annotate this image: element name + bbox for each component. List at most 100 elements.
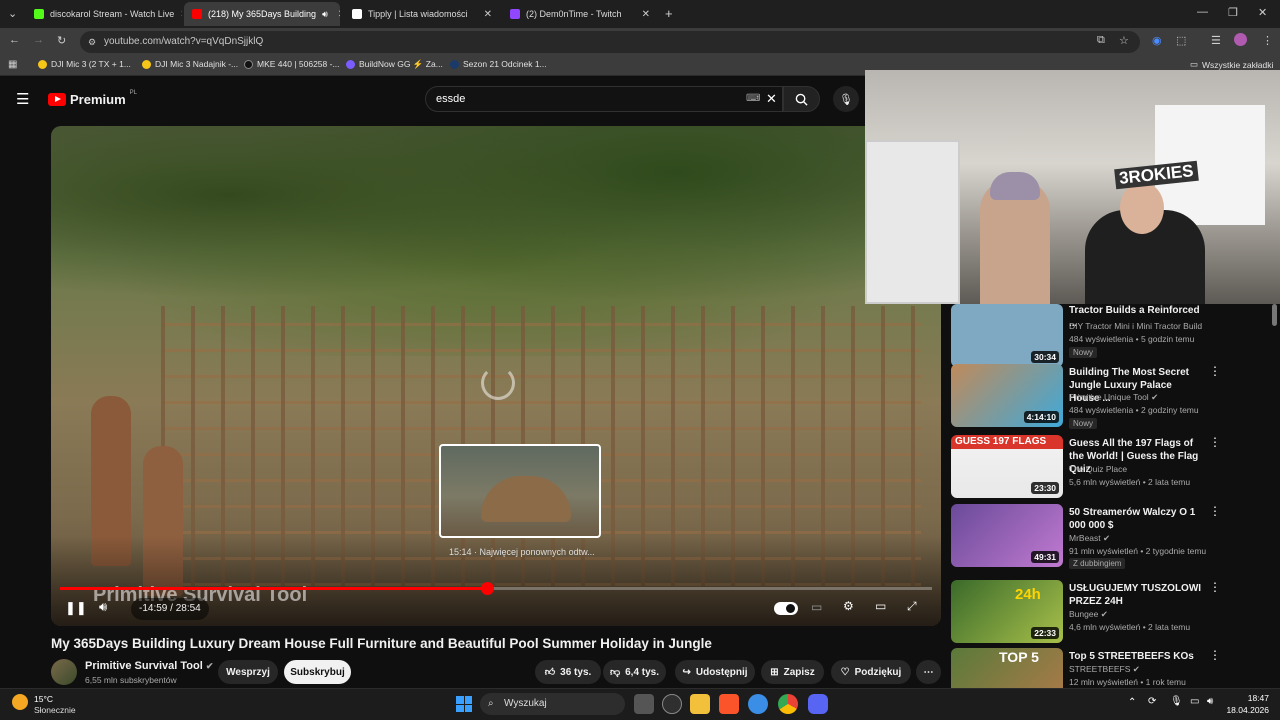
youtube-logo[interactable]: Premium PL bbox=[48, 90, 137, 107]
chrome-icon[interactable] bbox=[778, 694, 798, 714]
hamburger-menu-icon[interactable]: ☰ bbox=[16, 90, 29, 108]
recommendation-item[interactable]: 49:31 50 Streamerów Walczy O 1 000 000 $… bbox=[951, 504, 1271, 569]
recommendation-channel[interactable]: STREETBEEFS ✔ bbox=[1069, 664, 1140, 675]
subscribe-button[interactable]: Subskrybuj bbox=[284, 660, 351, 684]
bookmark-item[interactable]: DJI Mic 3 (2 TX + 1... bbox=[38, 59, 131, 69]
microphone-icon[interactable]: 🎙︎ bbox=[1170, 696, 1183, 707]
tab-search-icon[interactable]: ⌄ bbox=[8, 7, 17, 20]
speaker-icon[interactable]: 🔊︎ bbox=[322, 9, 328, 20]
subtitles-icon[interactable]: ▭ bbox=[811, 600, 822, 614]
thanks-button[interactable]: ♡ Podziękuj bbox=[831, 660, 911, 684]
file-explorer-icon[interactable] bbox=[690, 694, 710, 714]
clear-search-icon[interactable]: ✕ bbox=[766, 87, 777, 111]
all-bookmarks[interactable]: ▭ Wszystkie zakładki bbox=[1190, 59, 1273, 70]
close-icon[interactable]: ✕ bbox=[338, 9, 340, 20]
app-c-icon[interactable] bbox=[748, 694, 768, 714]
back-icon[interactable]: ← bbox=[9, 34, 20, 46]
address-bar[interactable]: ⚙ youtube.com/watch?v=qVqDnSjjklQ bbox=[80, 31, 1140, 53]
task-view-icon[interactable] bbox=[634, 694, 654, 714]
tab-twitch[interactable]: (2) Dem0nTime - Twitch ✕ bbox=[502, 2, 658, 26]
weather-condition[interactable]: Słonecznie bbox=[34, 705, 76, 715]
extensions-puzzle-icon[interactable]: ⬚ bbox=[1176, 34, 1186, 47]
autoplay-toggle[interactable] bbox=[774, 602, 798, 615]
like-button[interactable]: 👍︎ 36 tys. bbox=[535, 660, 601, 684]
window-close-icon[interactable]: ✕ bbox=[1258, 6, 1267, 19]
bookmark-item[interactable]: MKE 440 | 506258 -... bbox=[244, 59, 340, 69]
recommendation-channel[interactable]: MrBeast ✔ bbox=[1069, 533, 1110, 544]
theater-mode-icon[interactable]: ▭ bbox=[875, 599, 886, 613]
recommendation-channel[interactable]: Primitive Unique Tool ✔ bbox=[1069, 392, 1158, 403]
more-options-icon[interactable]: ⋮ bbox=[1209, 435, 1221, 449]
search-button[interactable] bbox=[783, 86, 820, 112]
app-icon[interactable] bbox=[662, 694, 682, 714]
extension-icon[interactable]: ◉ bbox=[1152, 34, 1162, 47]
recommendation-thumbnail[interactable]: 30:34 bbox=[951, 304, 1063, 367]
discord-icon[interactable] bbox=[808, 694, 828, 714]
close-icon[interactable]: ✕ bbox=[484, 9, 492, 20]
weather-temperature[interactable]: 15°C bbox=[34, 694, 53, 704]
pause-icon[interactable]: ❚❚ bbox=[65, 600, 87, 616]
search-input[interactable]: essde ⌨ ✕ bbox=[425, 86, 783, 112]
recommendation-channel[interactable]: The Quiz Place bbox=[1069, 464, 1127, 474]
more-options-icon[interactable]: ⋮ bbox=[1209, 580, 1221, 594]
recommendation-channel[interactable]: DIY Tractor Mini i Mini Tractor Build bbox=[1069, 321, 1202, 331]
site-info-icon[interactable]: ⚙ bbox=[88, 31, 96, 53]
bookmark-item[interactable]: BuildNow GG ⚡ Za... bbox=[346, 59, 443, 70]
settings-gear-icon[interactable]: ⚙ bbox=[843, 599, 854, 613]
install-icon[interactable]: ⧉ bbox=[1097, 34, 1105, 47]
recommendation-thumbnail[interactable]: 49:31 bbox=[951, 504, 1063, 567]
volume-icon[interactable]: 🔊︎ bbox=[99, 599, 107, 615]
taskbar-search[interactable]: ⌕ Wyszukaj bbox=[480, 693, 625, 715]
tab-discokarol[interactable]: discokarol Stream - Watch Live ✕ bbox=[26, 2, 182, 26]
reload-icon[interactable]: ↻ bbox=[57, 34, 66, 47]
save-button[interactable]: ⊞ Zapisz bbox=[761, 660, 824, 684]
recommendation-title[interactable]: 50 Streamerów Walczy O 1 000 000 $ bbox=[1069, 506, 1204, 532]
bookmark-item[interactable]: DJI Mic 3 Nadajnik -... bbox=[142, 59, 238, 69]
tab-youtube[interactable]: (218) My 365Days Building 🔊︎ ✕ bbox=[184, 2, 340, 26]
tray-chevron-icon[interactable]: ⌃ bbox=[1128, 697, 1136, 708]
recommendation-item[interactable]: 30:34 Tractor Builds a Reinforced ... DI… bbox=[951, 304, 1271, 368]
close-icon[interactable]: ✕ bbox=[642, 9, 650, 20]
recommendation-thumbnail[interactable]: 4:14:10 bbox=[951, 364, 1063, 427]
dislike-button[interactable]: 👎︎ 6,4 tys. bbox=[603, 660, 666, 684]
brave-icon[interactable] bbox=[719, 694, 739, 714]
recommendation-thumbnail[interactable]: TOP 5 bbox=[951, 648, 1063, 688]
close-icon[interactable]: ✕ bbox=[180, 9, 182, 20]
video-player[interactable]: Primitive Survival Tool 15:14 · Najwięce… bbox=[51, 126, 941, 626]
clock-date[interactable]: 18.04.2026 bbox=[1223, 705, 1269, 715]
more-options-icon[interactable]: ⋮ bbox=[1209, 648, 1221, 662]
recommendation-item[interactable]: GUESS 197 FLAGS 23:30 Guess All the 197 … bbox=[951, 435, 1271, 499]
weather-sun-icon[interactable] bbox=[12, 694, 28, 710]
more-options-icon[interactable]: ⋮ bbox=[1209, 364, 1221, 378]
network-icon[interactable]: ▭ bbox=[1190, 696, 1199, 707]
more-actions-button[interactable]: ⋯ bbox=[916, 660, 941, 684]
recommendation-item[interactable]: 24h 22:33 USŁUGUJEMY TUSZOLOWI PRZEZ 24H… bbox=[951, 580, 1271, 644]
sidebar-scrollbar[interactable] bbox=[1272, 304, 1277, 326]
tray-app-icon[interactable]: ⟳ bbox=[1148, 696, 1156, 707]
tab-tipply[interactable]: Tipply | Lista wiadomości ✕ bbox=[344, 2, 500, 26]
recommendation-item[interactable]: TOP 5 Top 5 STREETBEEFS KOs STREETBEEFS … bbox=[951, 648, 1271, 688]
voice-search-button[interactable]: 🎙︎ bbox=[833, 86, 859, 112]
keyboard-icon[interactable]: ⌨ bbox=[746, 87, 760, 111]
recommendation-item[interactable]: 4:14:10 Building The Most Secret Jungle … bbox=[951, 364, 1271, 429]
tab-search-list-icon[interactable]: ☰ bbox=[1211, 34, 1221, 47]
channel-avatar[interactable] bbox=[51, 659, 77, 685]
share-button[interactable]: ↪ Udostępnij bbox=[675, 660, 755, 684]
clock-time[interactable]: 18:47 bbox=[1233, 693, 1269, 703]
recommendation-title[interactable]: USŁUGUJEMY TUSZOLOWI PRZEZ 24H bbox=[1069, 582, 1204, 608]
bookmark-star-icon[interactable]: ☆ bbox=[1119, 34, 1129, 47]
minimize-icon[interactable]: — bbox=[1197, 6, 1208, 18]
channel-name[interactable]: Primitive Survival Tool ✔ bbox=[85, 660, 213, 672]
forward-icon[interactable]: → bbox=[33, 34, 44, 46]
apps-grid-icon[interactable]: ▦ bbox=[8, 59, 17, 70]
maximize-icon[interactable]: ❐ bbox=[1228, 6, 1238, 19]
scrubber-handle[interactable] bbox=[481, 582, 494, 595]
recommendation-title[interactable]: Top 5 STREETBEEFS KOs bbox=[1069, 650, 1204, 663]
profile-avatar[interactable] bbox=[1234, 33, 1247, 46]
bookmark-item[interactable]: Sezon 21 Odcinek 1... bbox=[450, 59, 547, 69]
windows-start-icon[interactable] bbox=[454, 694, 474, 714]
fullscreen-icon[interactable]: ⤢ bbox=[907, 599, 917, 614]
recommendation-channel[interactable]: Bungee ✔ bbox=[1069, 609, 1108, 620]
recommendation-thumbnail[interactable]: 24h 22:33 bbox=[951, 580, 1063, 643]
recommendation-thumbnail[interactable]: GUESS 197 FLAGS 23:30 bbox=[951, 435, 1063, 498]
